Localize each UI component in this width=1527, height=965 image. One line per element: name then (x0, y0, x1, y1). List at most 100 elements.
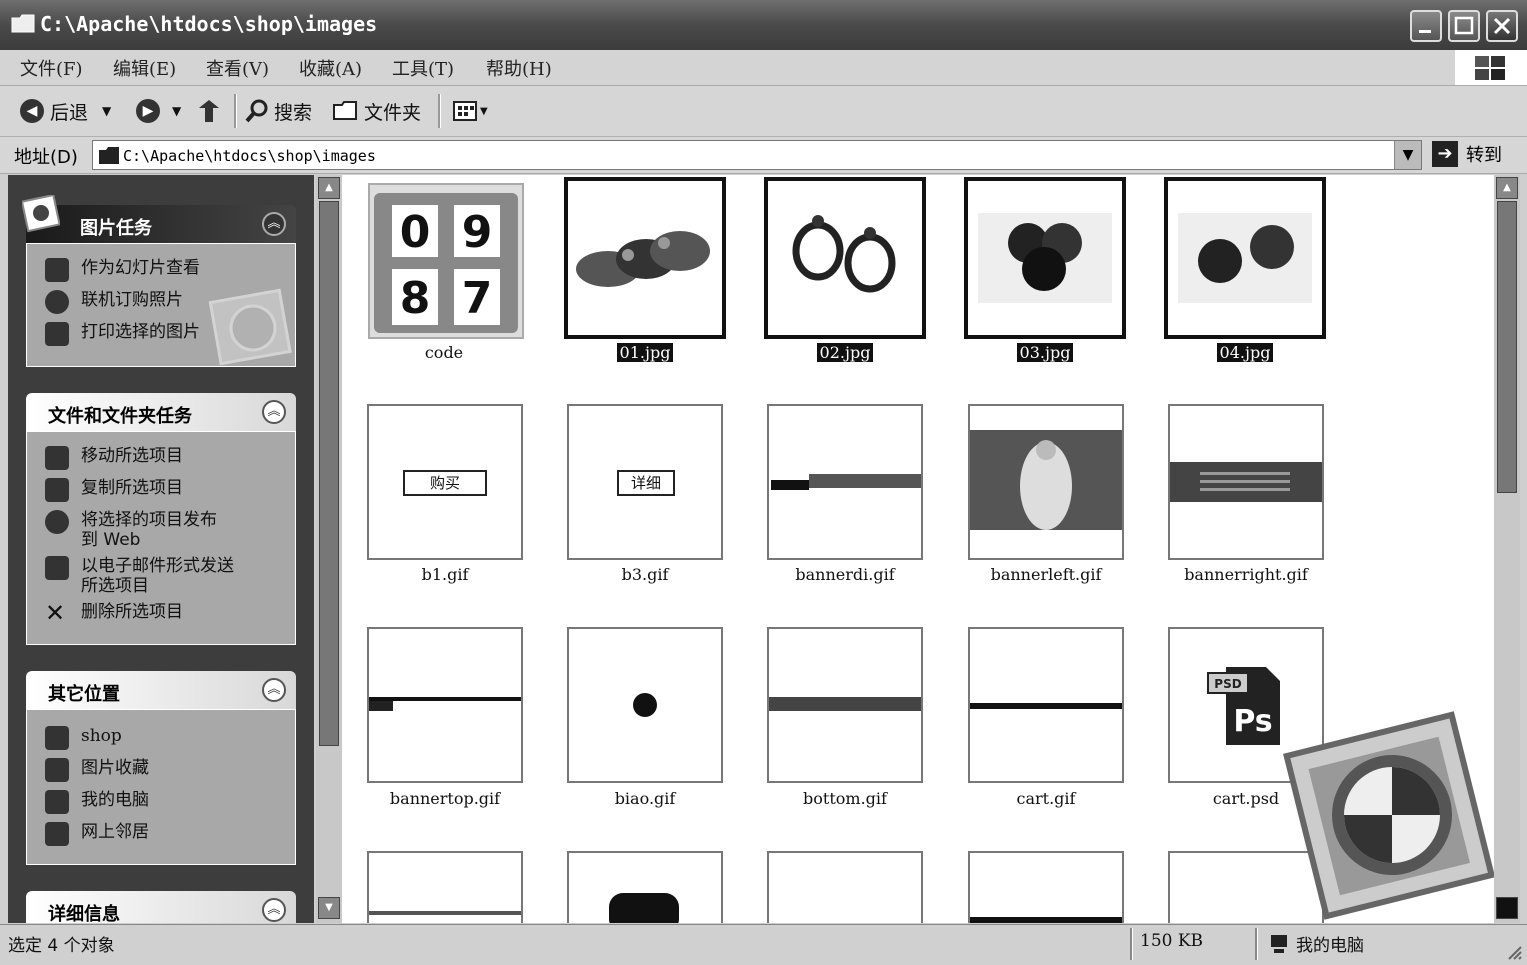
file-thumbnail-04[interactable] (1164, 177, 1326, 339)
move-icon (45, 446, 69, 470)
menu-favorites[interactable]: 收藏(A) (299, 55, 362, 81)
maximize-button[interactable] (1448, 10, 1480, 42)
file-thumbnail-02[interactable] (764, 177, 926, 339)
search-button[interactable]: 搜索 (244, 96, 312, 126)
place-my-pictures[interactable]: 图片收藏 (45, 758, 149, 782)
address-dropdown-button[interactable]: ▼ (1394, 141, 1421, 169)
file-thumbnail[interactable] (968, 851, 1124, 923)
forward-dropdown-icon[interactable]: ▼ (172, 104, 181, 118)
file-thumbnail-bannertop[interactable] (367, 627, 523, 783)
picture-tasks-header[interactable]: 图片任务 ︽ (22, 195, 296, 243)
menu-view[interactable]: 查看(V) (206, 55, 269, 81)
file-label[interactable]: 01.jpg (545, 343, 745, 362)
task-print-pictures[interactable]: 打印选择的图片 (45, 322, 200, 346)
status-divider (1130, 928, 1133, 960)
address-input[interactable]: C:\Apache\htdocs\shop\images ▼ (92, 140, 1422, 170)
views-grid-icon (453, 101, 477, 121)
menu-tools[interactable]: 工具(T) (392, 55, 454, 81)
file-label[interactable]: bottom.gif (745, 789, 945, 808)
file-thumbnail-b3[interactable]: 详细 (567, 404, 723, 560)
banner-top-image (369, 697, 521, 711)
scroll-up-button[interactable]: ▲ (1496, 177, 1518, 199)
file-label[interactable]: bannerleft.gif (946, 565, 1146, 584)
scroll-up-button[interactable]: ▲ (318, 177, 340, 199)
task-copy[interactable]: 复制所选项目 (45, 478, 183, 502)
task-email[interactable]: 以电子邮件形式发送所选项目 (45, 556, 235, 596)
file-thumbnail[interactable] (567, 851, 723, 923)
collapse-button[interactable]: ︽ (262, 898, 286, 922)
other-places-header[interactable]: 其它位置 ︽ (26, 671, 296, 709)
file-label[interactable]: bannerdi.gif (745, 565, 945, 584)
title-bar[interactable]: C:\Apache\htdocs\shop\images (0, 0, 1527, 50)
window-title: C:\Apache\htdocs\shop\images (40, 12, 378, 36)
scroll-down-button[interactable]: ▼ (318, 897, 340, 919)
file-label[interactable]: b3.gif (545, 565, 745, 584)
file-view-scrollbar[interactable]: ▲ (1494, 175, 1520, 923)
task-publish-web[interactable]: 将选择的项目发布到 Web (45, 510, 225, 550)
forward-button[interactable]: ▶ ▼ (136, 96, 181, 126)
menu-file[interactable]: 文件(F) (20, 55, 83, 81)
file-thumbnail[interactable] (767, 851, 923, 923)
file-thumbnail-biao[interactable] (567, 627, 723, 783)
file-thumbnail-01[interactable] (564, 177, 726, 339)
go-button[interactable]: ➔ 转到 (1432, 141, 1502, 167)
file-label[interactable]: cart.gif (946, 789, 1146, 808)
file-thumbnail-bottom[interactable] (767, 627, 923, 783)
file-thumbnail-bannerleft[interactable] (968, 404, 1124, 560)
go-label: 转到 (1466, 145, 1502, 166)
scroll-thumb[interactable] (319, 201, 339, 746)
minimize-button[interactable] (1410, 10, 1442, 42)
file-tasks-header[interactable]: 文件和文件夹任务 ︽ (26, 393, 296, 431)
file-label[interactable]: bannertop.gif (345, 789, 545, 808)
back-button[interactable]: ◀ 后退 ▼ (20, 96, 111, 126)
file-thumbnail-bannerdi[interactable] (767, 404, 923, 560)
file-thumbnail-code[interactable]: 0 9 8 7 (368, 183, 524, 339)
file-thumbnail-b1[interactable]: 购买 (367, 404, 523, 560)
file-label[interactable]: bannerright.gif (1146, 565, 1346, 584)
file-label[interactable]: 02.jpg (745, 343, 945, 362)
back-dropdown-icon[interactable]: ▼ (102, 104, 111, 118)
file-label[interactable]: biao.gif (545, 789, 745, 808)
details-header[interactable]: 详细信息 ︽ (26, 891, 296, 923)
folders-button[interactable]: 文件夹 (332, 96, 421, 126)
file-thumbnail[interactable] (367, 851, 523, 923)
scroll-thumb[interactable] (1497, 201, 1517, 493)
file-label[interactable]: b1.gif (345, 565, 545, 584)
folders-icon (333, 101, 357, 120)
file-thumbnail-03[interactable] (964, 177, 1126, 339)
task-move[interactable]: 移动所选项目 (45, 446, 183, 470)
task-slideshow[interactable]: 作为幻灯片查看 (45, 258, 200, 282)
bride-banner-image (970, 430, 1122, 530)
task-pane-scrollbar[interactable]: ▲ ▼ (316, 175, 342, 923)
folders-label: 文件夹 (364, 101, 422, 124)
collapse-button[interactable]: ︽ (262, 212, 286, 236)
close-button[interactable] (1486, 10, 1518, 42)
address-bar: 地址(D) C:\Apache\htdocs\shop\images ▼ ➔ 转… (0, 137, 1527, 174)
place-my-computer[interactable]: 我的电脑 (45, 790, 149, 814)
banner-text-image (1170, 462, 1322, 502)
menu-help[interactable]: 帮助(H) (486, 55, 552, 81)
collapse-button[interactable]: ︽ (262, 400, 286, 424)
file-name: 03.jpg (1016, 343, 1074, 362)
partial-image (970, 917, 1122, 923)
file-thumbnail-cart[interactable] (968, 627, 1124, 783)
file-label[interactable]: 04.jpg (1145, 343, 1345, 362)
task-delete[interactable]: ✕ 删除所选项目 (45, 601, 183, 626)
collapse-button[interactable]: ︽ (262, 678, 286, 702)
task-pane: 图片任务 ︽ 作为幻灯片查看 联机订购照片 打印选择的图片 文件和文件夹任务 ︽… (8, 175, 314, 923)
place-shop[interactable]: shop (45, 726, 122, 750)
earrings-image (792, 215, 896, 293)
status-location: 我的电脑 (1268, 931, 1364, 956)
task-order-prints[interactable]: 联机订购照片 (45, 290, 183, 314)
views-button[interactable]: ▼ (452, 96, 488, 126)
search-icon (245, 99, 268, 123)
slideshow-icon (45, 258, 69, 282)
file-thumbnail-bannerright[interactable] (1168, 404, 1324, 560)
scroll-down-button[interactable] (1496, 897, 1518, 919)
menu-edit[interactable]: 编辑(E) (113, 55, 176, 81)
resize-grip-icon[interactable] (1503, 941, 1523, 961)
up-button[interactable] (196, 96, 222, 126)
file-label[interactable]: code (344, 343, 544, 362)
file-label[interactable]: 03.jpg (945, 343, 1145, 362)
place-network[interactable]: 网上邻居 (45, 822, 149, 846)
